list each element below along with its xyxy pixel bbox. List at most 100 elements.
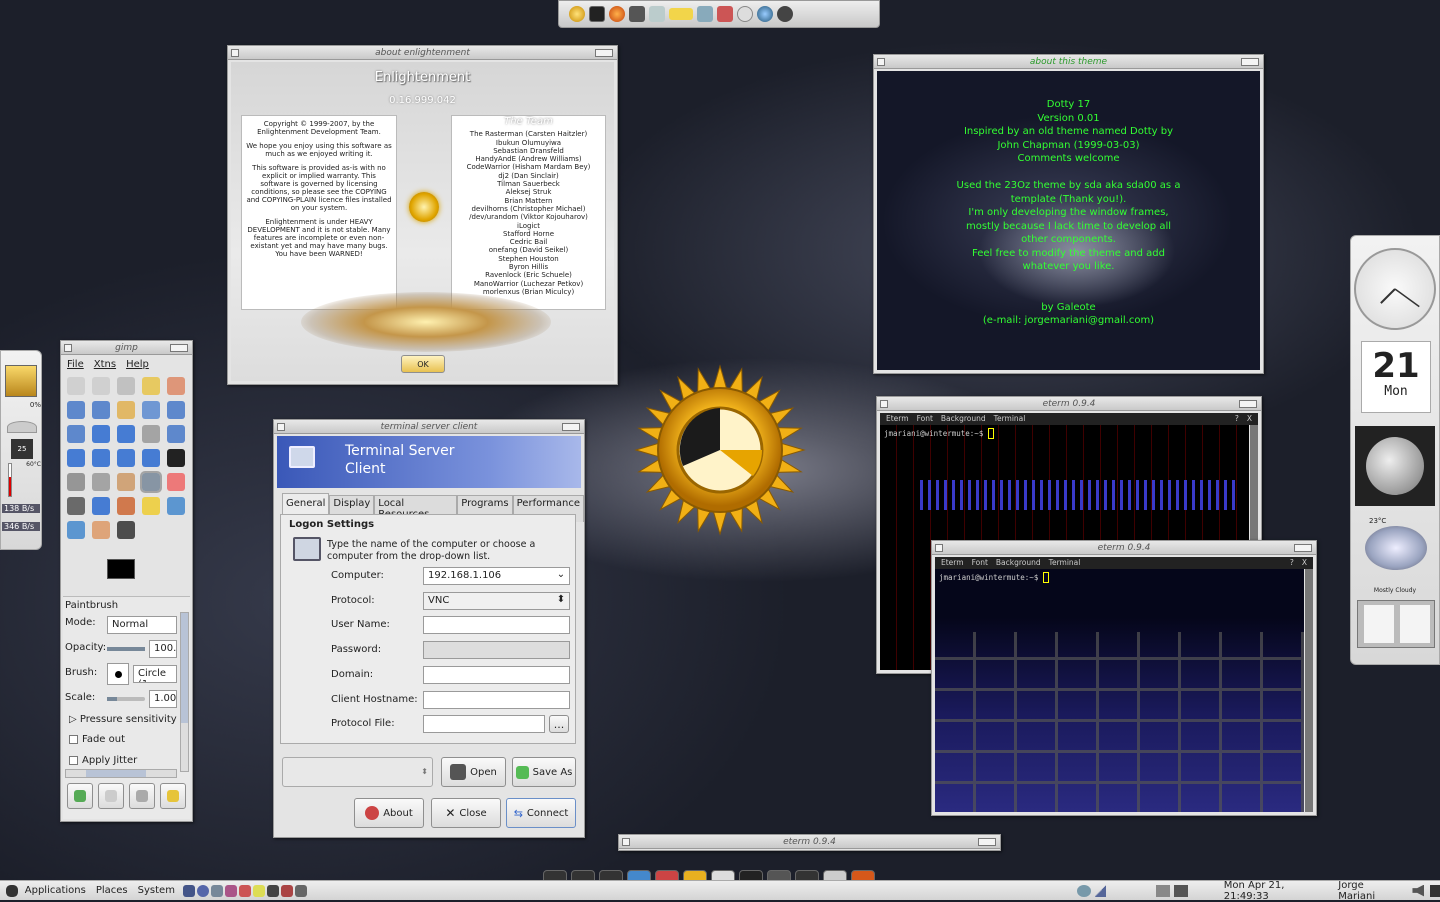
user-name[interactable]: Jorge Mariani	[1338, 880, 1402, 902]
mode-select[interactable]: Normal	[107, 616, 177, 634]
airbrush-tool-icon[interactable]	[67, 497, 85, 515]
ellipse-select-tool-icon[interactable]	[92, 377, 110, 395]
pressure-expander[interactable]: ▷ Pressure sensitivity	[69, 714, 177, 725]
tray-pen-icon[interactable]	[1174, 884, 1188, 897]
help-button[interactable]: ?	[1235, 414, 1239, 424]
home-icon[interactable]	[717, 6, 733, 22]
eterm-scrollbar[interactable]	[1305, 569, 1313, 812]
title-bar[interactable]: eterm 0.9.4	[619, 835, 1000, 849]
field-computer[interactable]: 192.168.1.106	[423, 567, 570, 585]
heal-tool-icon[interactable]	[142, 497, 160, 515]
scale-tool-icon[interactable]	[67, 449, 85, 467]
color-select-tool-icon[interactable]	[167, 377, 185, 395]
shear-tool-icon[interactable]	[92, 449, 110, 467]
title-bar[interactable]: about enlightenment	[228, 46, 617, 60]
system-menu[interactable]: System	[138, 885, 175, 896]
drive-icon[interactable]	[649, 6, 665, 22]
scale-input[interactable]: 1.00	[149, 690, 177, 708]
scissors-tool-icon[interactable]	[67, 401, 85, 419]
field-password[interactable]	[423, 641, 570, 660]
smudge-tool-icon[interactable]	[92, 521, 110, 539]
window-controls[interactable]	[595, 49, 613, 57]
window-controls[interactable]	[562, 423, 580, 431]
window-menu-button[interactable]	[877, 58, 885, 66]
bucket-fill-tool-icon[interactable]	[67, 473, 85, 491]
opacity-slider[interactable]	[107, 647, 145, 651]
brush-preview[interactable]	[107, 663, 129, 685]
open-button[interactable]: Open	[441, 757, 506, 787]
window-controls[interactable]	[170, 344, 188, 352]
blur-tool-icon[interactable]	[67, 521, 85, 539]
launcher-icon[interactable]	[238, 884, 251, 897]
reset-options-button[interactable]	[160, 783, 186, 809]
rotate-tool-icon[interactable]	[167, 425, 185, 443]
field-protocol-file[interactable]	[423, 715, 545, 734]
clock-app-icon[interactable]	[737, 6, 753, 22]
firefox-icon[interactable]	[609, 6, 625, 22]
window-menu-button[interactable]	[935, 544, 943, 552]
jitter-checkbox[interactable]	[69, 756, 78, 765]
clone-tool-icon[interactable]	[117, 497, 135, 515]
launcher-icon[interactable]	[266, 884, 279, 897]
about-button[interactable]: About	[354, 798, 424, 828]
field-domain[interactable]	[423, 665, 570, 684]
eterm-menu-font[interactable]: Font	[917, 414, 933, 424]
crop-tool-icon[interactable]	[142, 425, 160, 443]
help-button[interactable]: ?	[1290, 558, 1294, 568]
paths-tool-icon[interactable]	[117, 401, 135, 419]
browse-button[interactable]: ...	[549, 715, 569, 734]
fade-checkbox[interactable]	[69, 735, 78, 744]
applications-menu[interactable]: Applications	[25, 885, 86, 896]
rect-select-tool-icon[interactable]	[67, 377, 85, 395]
zoom-tool-icon[interactable]	[167, 401, 185, 419]
launcher-icon[interactable]	[210, 884, 223, 897]
enlightenment-icon[interactable]	[569, 6, 585, 22]
eraser-tool-icon[interactable]	[167, 473, 185, 491]
perspective-tool-icon[interactable]	[117, 449, 135, 467]
dropdown-arrow-icon[interactable]: ⌄	[554, 569, 568, 580]
flip-tool-icon[interactable]	[142, 449, 160, 467]
eterm-terminal[interactable]: jmariani@wintermute:~$	[935, 569, 1304, 812]
tray-signal-icon[interactable]	[1094, 884, 1107, 897]
title-bar[interactable]: eterm 0.9.4	[932, 541, 1316, 555]
eterm-menu-terminal[interactable]: Terminal	[1049, 558, 1081, 568]
tray-drive-icon[interactable]	[1156, 884, 1171, 897]
eterm-menu-background[interactable]: Background	[996, 558, 1041, 568]
opacity-input[interactable]: 100.0	[149, 640, 177, 658]
launcher-icon[interactable]	[224, 884, 237, 897]
ok-button[interactable]: OK	[401, 355, 445, 373]
fuzzy-select-tool-icon[interactable]	[142, 377, 160, 395]
foreground-color-swatch[interactable]	[107, 559, 135, 579]
vertical-scrollbar[interactable]	[180, 612, 189, 772]
places-menu[interactable]: Places	[96, 885, 128, 896]
dodge-burn-tool-icon[interactable]	[117, 521, 135, 539]
restore-options-button[interactable]	[98, 783, 124, 809]
calendar-gadget[interactable]: 21 Mon	[1361, 341, 1431, 413]
paintbrush-tool-icon[interactable]	[140, 471, 162, 493]
badge-icon[interactable]	[669, 8, 693, 20]
close-icon[interactable]: X	[1247, 414, 1252, 424]
title-bar[interactable]: terminal server client	[274, 420, 584, 434]
title-bar[interactable]: eterm 0.9.4	[877, 397, 1261, 411]
pencil-tool-icon[interactable]	[117, 473, 135, 491]
ink-tool-icon[interactable]	[92, 497, 110, 515]
eterm-menu-terminal[interactable]: Terminal	[994, 414, 1026, 424]
window-menu-button[interactable]	[622, 838, 630, 846]
field-user-name[interactable]	[423, 616, 570, 635]
terminal-icon[interactable]	[589, 6, 605, 22]
gimp-menu-help[interactable]: Help	[126, 359, 149, 370]
horizontal-scrollbar[interactable]	[65, 769, 177, 778]
launcher-icon[interactable]	[280, 884, 293, 897]
gimp-menu-file[interactable]: File	[67, 359, 84, 370]
launcher-icon[interactable]	[294, 884, 307, 897]
camera-icon[interactable]	[777, 6, 793, 22]
title-bar[interactable]: gimp	[61, 341, 192, 355]
eterm-menu-background[interactable]: Background	[941, 414, 986, 424]
window-controls[interactable]	[1239, 400, 1257, 408]
field-client-hostname[interactable]	[423, 690, 570, 709]
foreground-select-tool-icon[interactable]	[92, 401, 110, 419]
move-tool-icon[interactable]	[92, 425, 110, 443]
window-menu-button[interactable]	[880, 400, 888, 408]
window-menu-button[interactable]	[64, 344, 72, 352]
window-controls[interactable]	[978, 838, 996, 846]
